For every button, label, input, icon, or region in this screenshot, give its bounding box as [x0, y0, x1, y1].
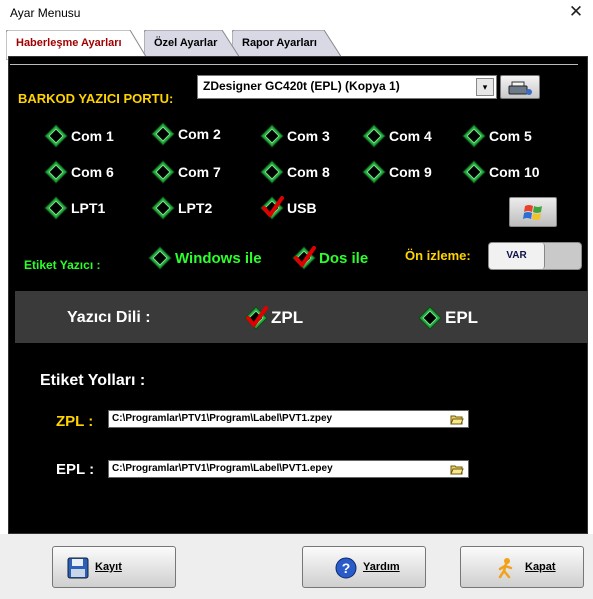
radio-diamond-icon — [148, 246, 172, 270]
window-title: Ayar Menusu — [10, 6, 81, 20]
print-icon — [508, 81, 532, 95]
radio-diamond-icon — [418, 306, 442, 330]
tab-strip: Rapor Ayarları Özel Ayarlar Haberleşme A… — [0, 26, 593, 60]
port-option-label: USB — [287, 200, 317, 216]
preview-toggle-value: VAR — [489, 243, 545, 269]
radio-diamond-icon — [362, 160, 386, 184]
radio-diamond-icon — [260, 160, 284, 184]
radio-diamond-icon — [462, 160, 486, 184]
zpl-path-field[interactable]: C:\Programlar\PTV1\Program\Label\PVT1.zp… — [108, 410, 469, 428]
radio-diamond-checked-icon — [292, 246, 316, 270]
close-button-label: Kapat — [525, 561, 556, 573]
folder-icon[interactable] — [450, 413, 464, 425]
port-option-label: Com 6 — [71, 164, 114, 180]
port-option-usb[interactable]: USB — [260, 196, 317, 220]
language-option-epl[interactable]: EPL — [418, 306, 478, 330]
port-option-com9[interactable]: Com 9 — [362, 160, 432, 184]
port-option-com5[interactable]: Com 5 — [462, 124, 532, 148]
port-option-label: Com 9 — [389, 164, 432, 180]
title-bar: Ayar Menusu ✕ — [0, 0, 593, 26]
exit-person-icon — [498, 558, 513, 579]
help-button[interactable]: ? Yardım — [302, 546, 426, 588]
printer-port-select[interactable]: ZDesigner GC420t (EPL) (Kopya 1) ▾ — [197, 75, 497, 99]
language-option-zpl[interactable]: ZPL — [244, 306, 303, 330]
radio-diamond-icon — [362, 124, 386, 148]
epl-path-value: C:\Programlar\PTV1\Program\Label\PVT1.ep… — [112, 463, 333, 474]
port-option-lpt1[interactable]: LPT1 — [44, 196, 105, 220]
port-option-label: Com 7 — [178, 164, 221, 180]
printer-mode-label: Windows ile — [175, 249, 262, 267]
help-icon: ? — [335, 557, 357, 579]
port-option-label: Com 4 — [389, 128, 432, 144]
radio-diamond-icon — [151, 196, 175, 220]
preview-toggle[interactable]: VAR — [488, 242, 582, 270]
tab-label: Özel Ayarlar — [154, 37, 218, 49]
printer-port-value: ZDesigner GC420t (EPL) (Kopya 1) — [203, 79, 400, 93]
help-button-label: Yardım — [363, 561, 400, 573]
port-option-label: Com 5 — [489, 128, 532, 144]
printer-mode-label: Dos ile — [319, 249, 369, 267]
chevron-down-icon[interactable]: ▾ — [476, 78, 494, 96]
port-option-label: Com 1 — [71, 128, 114, 144]
printer-settings-button[interactable] — [500, 75, 540, 99]
tab-label: Haberleşme Ayarları — [16, 37, 122, 49]
zpl-path-value: C:\Programlar\PTV1\Program\Label\PVT1.zp… — [112, 413, 333, 424]
zpl-path-label: ZPL : — [56, 413, 94, 430]
windows-logo-icon — [523, 205, 542, 220]
radio-diamond-icon — [44, 160, 68, 184]
port-option-com7[interactable]: Com 7 — [151, 160, 221, 184]
port-option-com4[interactable]: Com 4 — [362, 124, 432, 148]
language-option-label: ZPL — [271, 308, 304, 327]
port-option-label: Com 10 — [489, 164, 540, 180]
radio-diamond-checked-icon — [260, 196, 284, 220]
port-option-com3[interactable]: Com 3 — [260, 124, 330, 148]
label-printer-label: Etiket Yazıcı : — [24, 258, 101, 272]
language-option-label: EPL — [445, 308, 479, 327]
save-button[interactable]: Kayıt — [52, 546, 176, 588]
port-option-label: Com 8 — [287, 164, 330, 180]
port-option-lpt2[interactable]: LPT2 — [151, 196, 212, 220]
tab-report-settings[interactable]: Rapor Ayarları — [232, 30, 342, 58]
windows-printer-button[interactable] — [509, 197, 557, 227]
port-option-com1[interactable]: Com 1 — [44, 124, 114, 148]
port-option-com8[interactable]: Com 8 — [260, 160, 330, 184]
port-option-com6[interactable]: Com 6 — [44, 160, 114, 184]
radio-diamond-icon — [462, 124, 486, 148]
radio-diamond-icon — [260, 124, 284, 148]
close-window-button[interactable]: ✕ — [565, 1, 587, 23]
radio-diamond-checked-icon — [244, 306, 268, 330]
preview-label: Ön izleme: — [405, 248, 471, 263]
tab-special-settings[interactable]: Özel Ayarlar — [144, 30, 240, 58]
printer-port-label: BARKOD YAZICI PORTU: — [18, 91, 174, 106]
radio-diamond-icon — [151, 160, 175, 184]
printer-mode-dos[interactable]: Dos ile — [292, 246, 368, 270]
radio-diamond-icon — [151, 122, 175, 146]
tab-label: Rapor Ayarları — [242, 37, 317, 49]
floppy-disk-icon — [67, 557, 89, 579]
folder-icon[interactable] — [450, 463, 464, 475]
port-option-label: Com 3 — [287, 128, 330, 144]
save-button-label: Kayıt — [95, 561, 122, 573]
port-option-com10[interactable]: Com 10 — [462, 160, 540, 184]
port-option-label: Com 2 — [178, 126, 221, 142]
port-option-label: LPT1 — [71, 200, 106, 216]
printer-language-label: Yazıcı Dili : — [67, 309, 151, 326]
port-option-label: LPT2 — [178, 200, 213, 216]
epl-path-label: EPL : — [56, 461, 95, 478]
radio-diamond-icon — [44, 196, 68, 220]
tab-communication-settings[interactable]: Haberleşme Ayarları — [6, 30, 148, 60]
svg-text:?: ? — [342, 560, 351, 576]
close-button[interactable]: Kapat — [460, 546, 584, 588]
settings-window: Ayar Menusu ✕ Rapor Ayarları Özel Ayarla… — [0, 0, 593, 599]
divider — [10, 64, 578, 65]
port-option-com2[interactable]: Com 2 — [151, 122, 221, 146]
radio-diamond-icon — [44, 124, 68, 148]
label-paths-title: Etiket Yolları : — [40, 372, 146, 389]
epl-path-field[interactable]: C:\Programlar\PTV1\Program\Label\PVT1.ep… — [108, 460, 469, 478]
printer-mode-windows[interactable]: Windows ile — [148, 246, 262, 270]
